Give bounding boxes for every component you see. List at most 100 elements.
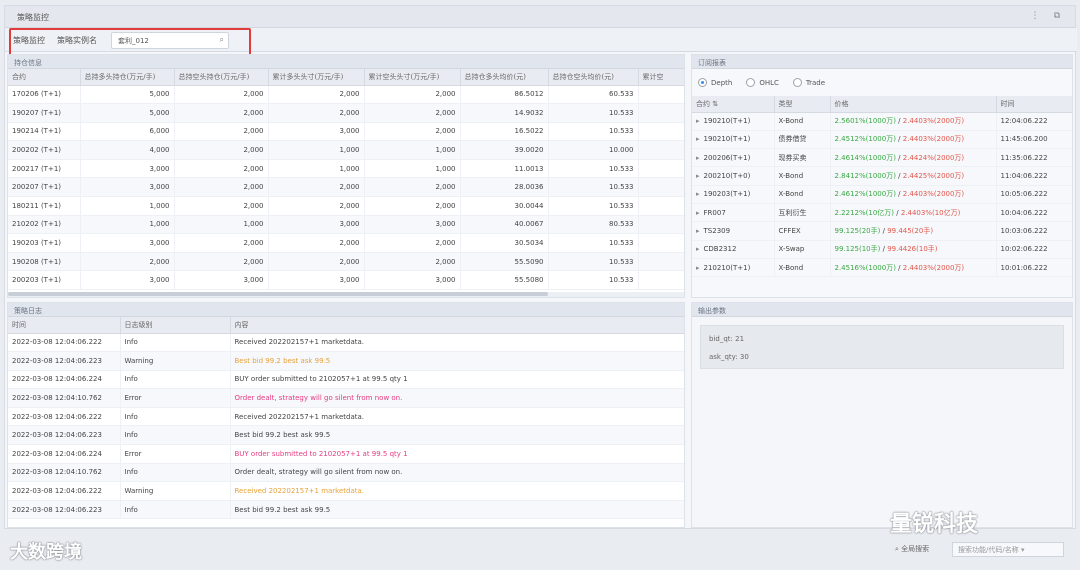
value-cell: 3,000 (268, 122, 365, 142)
column-header[interactable]: 累计空头头寸(万元/手) (364, 69, 461, 86)
table-row[interactable]: ▸ 200210(T+0) X-Bond 2.8412%(1000万) / 2.442… (692, 166, 1072, 186)
window-title: 策略监控 (17, 13, 49, 22)
column-header[interactable]: 累计多头头寸(万元/手) (268, 69, 365, 86)
column-header[interactable]: 总持多头持仓(万元/手) (80, 69, 175, 86)
table-row[interactable]: ▸ 210210(T+1) X-Bond 2.4516%(1000万) / 2.440… (692, 258, 1072, 278)
column-header[interactable]: 累计空 (638, 69, 684, 86)
expand-icon[interactable]: ▸ (696, 154, 700, 162)
positions-table: 合约 总持多头持仓(万元/手) 总持空头持仓(万元/手) 累计多头头寸(万元/手) 累计… (8, 69, 684, 291)
table-row[interactable]: 190203 (T+1) 3,000 2,000 2,000 2,000 30.5034 1… (8, 233, 684, 253)
log-row[interactable]: 2022-03-08 12:04:06.222 Info Received 2022… (8, 407, 684, 427)
table-row[interactable]: 200203 (T+1) 3,000 3,000 3,000 3,000 55.5080 1… (8, 270, 684, 291)
expand-icon[interactable]: ▸ (696, 264, 700, 272)
expand-icon[interactable]: ▸ (696, 190, 700, 198)
log-row[interactable]: 2022-03-08 12:04:06.222 Info Received 2022… (8, 333, 684, 353)
log-time: 2022-03-08 12:04:06.223 (8, 425, 121, 446)
expand-icon[interactable]: ▸ (696, 245, 700, 253)
radio-trade[interactable]: Trade (792, 78, 825, 87)
contract-code: 210210(T+1) (703, 263, 751, 272)
column-header[interactable]: 合约 (8, 69, 81, 86)
column-header[interactable]: 价格 (830, 96, 997, 113)
value-cell: 1,000 (364, 159, 461, 179)
table-row[interactable]: 210202 (T+1) 1,000 1,000 3,000 3,000 40.0067 8… (8, 215, 684, 235)
table-row[interactable]: ▸ CDB2312 X-Swap 99.125(10手) / 99.4426(10手)… (692, 240, 1072, 259)
type-cell: X-Bond (774, 112, 831, 131)
value-cell: 10.000 (548, 140, 639, 160)
expand-icon[interactable]: ▸ (696, 227, 700, 235)
log-row[interactable]: 2022-03-08 12:04:06.222 Warning Received 2… (8, 481, 684, 501)
strategy-instance-input[interactable]: 套利_012 ⌕ (111, 32, 229, 49)
column-header[interactable]: 总持仓多头均价(元) (460, 69, 549, 86)
log-row[interactable]: 2022-03-08 12:04:06.224 Info BUY order sub… (8, 370, 684, 390)
value-cell: 2,000 (174, 103, 269, 123)
time-cell: 10:04:06.222 (996, 203, 1072, 223)
column-header[interactable]: 合约 ⇅ (692, 96, 775, 113)
contract-cell: 210202 (T+1) (8, 215, 81, 235)
log-message: Order dealt, strategy will go silent fro… (230, 388, 684, 408)
log-time: 2022-03-08 12:04:06.222 (8, 333, 121, 353)
log-row[interactable]: 2022-03-08 12:04:10.762 Error Order dealt,… (8, 388, 684, 408)
column-header[interactable]: 类型 (774, 96, 831, 113)
expand-icon[interactable]: ▸ (696, 172, 700, 180)
ask-price: 2.4424%(2000万) (902, 153, 965, 162)
table-row[interactable]: ▸ TS2309 CFFEX 99.125(20手) / 99.445(20手) 10:… (692, 221, 1072, 241)
column-header[interactable]: 总持空头持仓(万元/手) (174, 69, 269, 86)
table-row[interactable]: 190208 (T+1) 2,000 2,000 2,000 2,000 55.5090 1… (8, 252, 684, 272)
global-search-label[interactable]: ⌕ 全局搜索 (895, 544, 929, 554)
global-search-text: 全局搜索 (901, 545, 930, 553)
contract-cell: 190207 (T+1) (8, 103, 81, 123)
table-row[interactable]: 200217 (T+1) 3,000 2,000 1,000 1,000 11.0013 1… (8, 159, 684, 179)
more-icon[interactable]: ⋮ (1029, 10, 1041, 22)
tab-strategy-monitor[interactable]: 策略监控 (13, 35, 45, 46)
table-row[interactable]: ▸ 200206(T+1) 现券买卖 2.4614%(1000万) / 2.4424%… (692, 148, 1072, 168)
type-cell: X-Swap (774, 240, 831, 259)
column-header[interactable]: 内容 (230, 317, 684, 334)
table-row[interactable]: 190214 (T+1) 6,000 2,000 3,000 2,000 16.5022 1… (8, 122, 684, 142)
table-row[interactable]: ▸ 190210(T+1) 债券借贷 2.4512%(1000万) / 2.4403%… (692, 130, 1072, 150)
type-cell: 债券借贷 (774, 130, 831, 150)
table-row[interactable]: ▸ FR007 互利衍生 2.2212%(10亿万) / 2.4403%(10亿万) 1… (692, 203, 1072, 223)
value-cell: 2,000 (174, 122, 269, 142)
expand-icon[interactable]: ▸ (696, 135, 700, 143)
log-row[interactable]: 2022-03-08 12:04:06.224 Error BUY order su… (8, 444, 684, 464)
table-row[interactable]: 190207 (T+1) 5,000 2,000 2,000 2,000 14.9032 1… (8, 103, 684, 123)
popout-icon[interactable]: ⧉ (1051, 10, 1063, 22)
value-cell: 10.533 (548, 252, 639, 272)
global-search-select[interactable]: 搜索功能/代码/名称 ▾ (952, 542, 1064, 557)
log-message: Order dealt, strategy will go silent fro… (230, 463, 684, 483)
log-row[interactable]: 2022-03-08 12:04:06.223 Info Best bid 99.2… (8, 500, 684, 520)
radio-ohlc[interactable]: OHLC (746, 78, 779, 87)
log-row[interactable]: 2022-03-08 12:04:06.223 Warning Best bid 9… (8, 351, 684, 371)
time-cell: 12:04:06.222 (996, 112, 1072, 131)
table-row[interactable]: 180211 (T+1) 1,000 2,000 2,000 2,000 30.0044 1… (8, 196, 684, 216)
log-row[interactable]: 2022-03-08 12:04:10.762 Info Order dealt, … (8, 463, 684, 483)
expand-icon[interactable]: ▸ (696, 117, 700, 125)
radio-depth[interactable]: Depth (698, 78, 732, 87)
bid-price: 2.4612%(1000万) (834, 190, 896, 199)
column-header[interactable]: 时间 (996, 96, 1072, 113)
expand-icon[interactable]: ▸ (696, 209, 700, 217)
column-header[interactable]: 总持仓空头均价(元) (548, 69, 639, 86)
value-cell (638, 85, 684, 105)
toolbar: 策略监控 策略实例名 套利_012 ⌕ (5, 28, 1077, 52)
price-cell: 2.4612%(1000万) / 2.4403%(2000万) (830, 185, 997, 204)
table-row[interactable]: 200207 (T+1) 3,000 2,000 2,000 2,000 28.0036 1… (8, 177, 684, 198)
value-cell: 14.9032 (460, 103, 549, 123)
value-cell: 2,000 (364, 177, 461, 198)
search-icon[interactable]: ⌕ (220, 35, 224, 45)
table-row[interactable]: 200202 (T+1) 4,000 2,000 1,000 1,000 39.0020 1… (8, 140, 684, 160)
column-header[interactable]: 日志级别 (120, 317, 231, 334)
table-row[interactable]: ▸ 190203(T+1) X-Bond 2.4612%(1000万) / 2.440… (692, 185, 1072, 204)
column-header[interactable]: 时间 (8, 317, 121, 334)
price-separator: / (895, 190, 903, 199)
contract-cell: ▸ CDB2312 (692, 240, 775, 259)
value-cell: 5,000 (80, 85, 175, 105)
log-row[interactable]: 2022-03-08 12:04:06.223 Info Best bid 99.2… (8, 425, 684, 446)
table-row[interactable]: 170206 (T+1) 5,000 2,000 2,000 2,000 86.5012 6… (8, 85, 684, 105)
contract-code: 200210(T+0) (703, 172, 751, 181)
log-level: Info (120, 463, 231, 483)
time-cell: 10:01:06.222 (996, 258, 1072, 278)
positions-h-scrollbar[interactable] (8, 292, 684, 297)
table-row[interactable]: ▸ 190210(T+1) X-Bond 2.5601%(1000万) / 2.440… (692, 112, 1072, 131)
price-cell: 2.8412%(1000万) / 2.4425%(2000万) (830, 166, 997, 186)
